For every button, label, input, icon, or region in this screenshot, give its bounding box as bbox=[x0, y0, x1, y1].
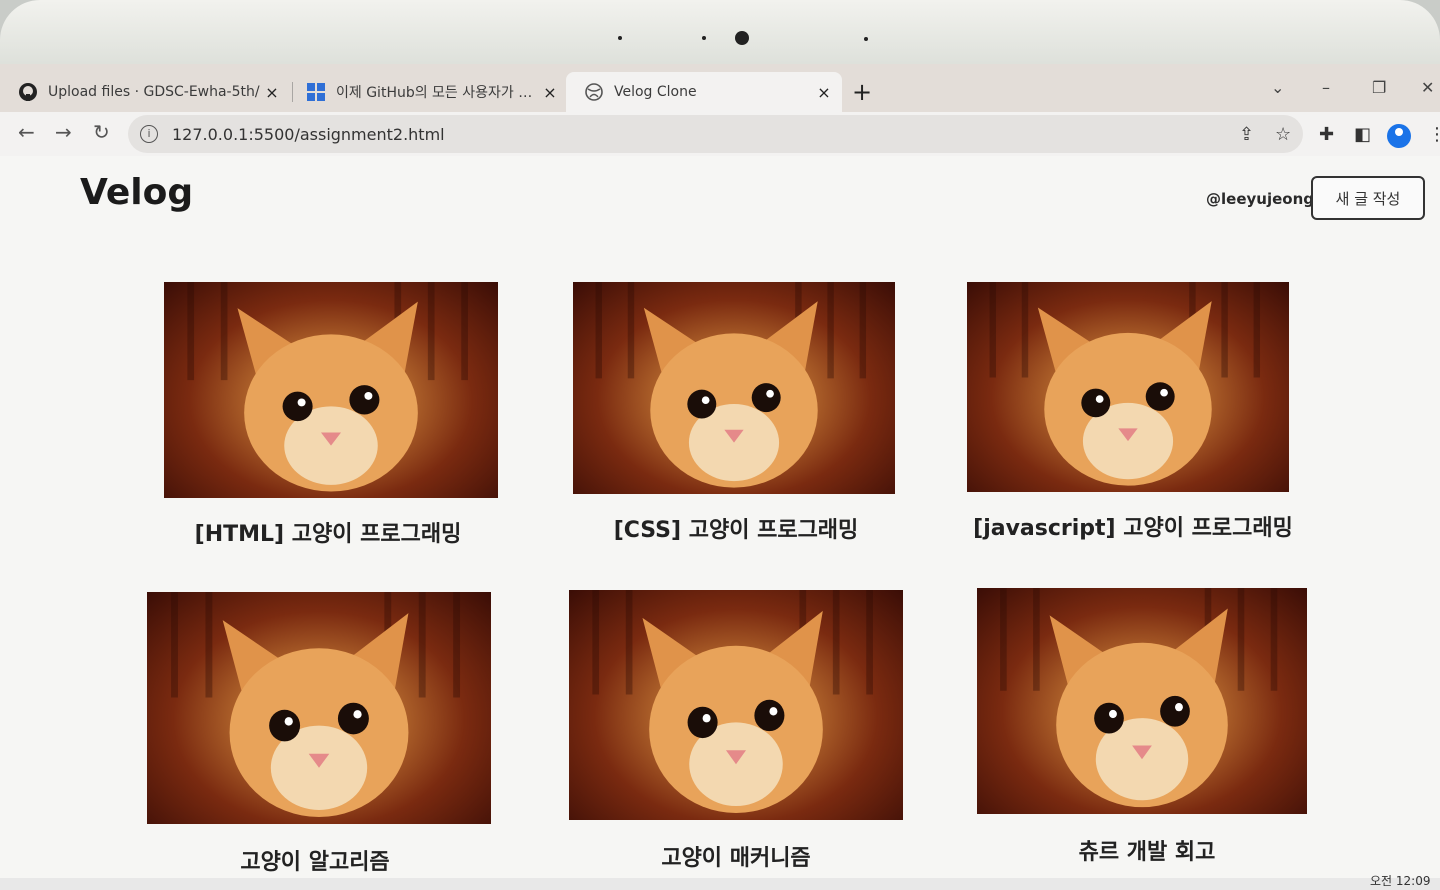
tab-label: Upload files · GDSC-Ewha-5th/ bbox=[48, 84, 260, 100]
taskbar bbox=[0, 878, 1440, 890]
share-icon[interactable]: ⇪ bbox=[1239, 124, 1254, 145]
extensions-icon[interactable]: ✚ bbox=[1319, 124, 1334, 145]
new-tab-button[interactable]: + bbox=[852, 78, 872, 106]
bezel-sensor-dot bbox=[864, 37, 868, 41]
page-content: Velog @leeyujeong 새 글 작성 [HTML] 고양이 프로그래… bbox=[0, 156, 1440, 890]
tab-search-icon[interactable]: ⌄ bbox=[1271, 78, 1284, 97]
post-title[interactable]: [HTML] 고양이 프로그래밍 bbox=[128, 516, 528, 548]
reload-icon[interactable]: ↻ bbox=[93, 120, 110, 144]
tab-velog-clone[interactable]: Velog Clone × bbox=[566, 72, 842, 112]
post-thumbnail[interactable] bbox=[147, 592, 491, 824]
post-title[interactable]: 츄르 개발 회고 bbox=[947, 834, 1347, 866]
taskbar-clock: 오전 12:09 bbox=[1370, 874, 1431, 888]
site-logo[interactable]: Velog bbox=[80, 172, 193, 213]
info-icon[interactable]: i bbox=[140, 125, 158, 143]
menu-icon[interactable]: ⋮ bbox=[1428, 124, 1440, 145]
close-icon[interactable]: × bbox=[540, 83, 560, 102]
windows-icon bbox=[306, 82, 326, 102]
tab-upload-files[interactable]: Upload files · GDSC-Ewha-5th/ × bbox=[0, 72, 290, 112]
post-thumbnail[interactable] bbox=[569, 590, 903, 820]
tab-label: Velog Clone bbox=[614, 84, 697, 100]
bezel-sensor-dot bbox=[702, 36, 706, 40]
globe-icon bbox=[584, 82, 604, 102]
bookmark-star-icon[interactable]: ☆ bbox=[1275, 124, 1291, 145]
tab-github-news[interactable]: 이제 GitHub의 모든 사용자가 … × bbox=[288, 72, 568, 112]
profile-avatar[interactable] bbox=[1387, 124, 1411, 148]
new-post-button[interactable]: 새 글 작성 bbox=[1311, 176, 1425, 220]
back-icon[interactable]: ← bbox=[18, 120, 35, 144]
laptop-bezel bbox=[0, 0, 1440, 70]
username-link[interactable]: @leeyujeong bbox=[1206, 190, 1314, 208]
restore-icon[interactable]: ❐ bbox=[1372, 78, 1386, 97]
window-close-icon[interactable]: ✕ bbox=[1421, 78, 1434, 97]
minimize-icon[interactable]: – bbox=[1322, 78, 1330, 97]
github-icon bbox=[18, 82, 38, 102]
post-title[interactable]: [javascript] 고양이 프로그래밍 bbox=[933, 510, 1333, 542]
close-icon[interactable]: × bbox=[262, 83, 282, 102]
forward-icon[interactable]: → bbox=[55, 120, 72, 144]
side-panel-icon[interactable]: ◧ bbox=[1354, 124, 1371, 145]
webcam bbox=[735, 31, 749, 45]
tab-label: 이제 GitHub의 모든 사용자가 … bbox=[336, 85, 533, 101]
post-title[interactable]: 고양이 알고리즘 bbox=[115, 844, 515, 876]
post-title[interactable]: 고양이 매커니즘 bbox=[536, 840, 936, 872]
post-thumbnail[interactable] bbox=[164, 282, 498, 498]
post-thumbnail[interactable] bbox=[967, 282, 1289, 492]
url-input[interactable] bbox=[170, 123, 874, 145]
post-thumbnail[interactable] bbox=[977, 588, 1307, 814]
post-title[interactable]: [CSS] 고양이 프로그래밍 bbox=[536, 512, 936, 544]
tab-strip: Upload files · GDSC-Ewha-5th/ × 이제 GitHu… bbox=[0, 64, 1440, 112]
browser-toolbar: ← → ↻ i ⇪ ☆ ✚ ◧ ⋮ bbox=[0, 112, 1440, 157]
post-thumbnail[interactable] bbox=[573, 282, 895, 494]
address-bar[interactable]: i bbox=[128, 115, 1303, 153]
close-icon[interactable]: × bbox=[814, 83, 834, 102]
bezel-sensor-dot bbox=[618, 36, 622, 40]
